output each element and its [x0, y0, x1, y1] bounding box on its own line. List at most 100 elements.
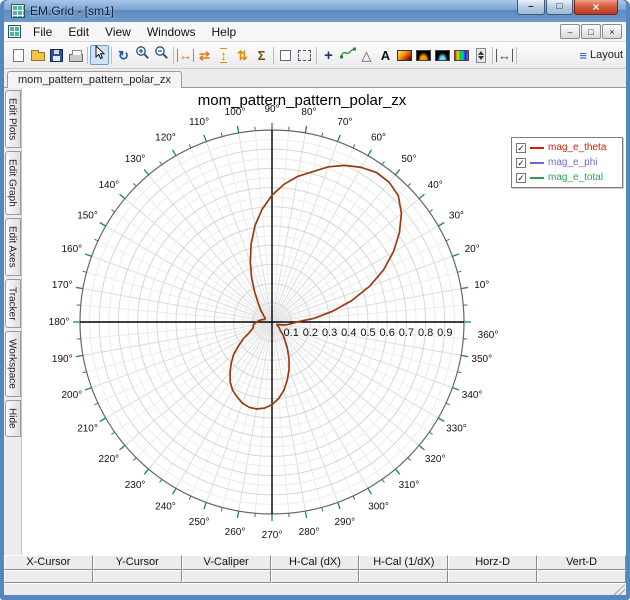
side-tab-tracker[interactable]: Tracker [4, 278, 21, 329]
svg-text:260°: 260° [225, 527, 246, 538]
svg-text:250°: 250° [189, 517, 210, 528]
svg-text:140°: 140° [98, 180, 119, 191]
legend-line-sample [530, 176, 544, 179]
curve-tool-icon[interactable] [338, 45, 357, 65]
menu-windows[interactable]: Windows [139, 23, 204, 41]
fit-width-icon[interactable]: ↔ [176, 45, 195, 65]
side-tab-edit-axes[interactable]: Edit Axes [4, 218, 21, 276]
svg-text:200°: 200° [62, 390, 83, 401]
toolbar-separator [316, 46, 317, 64]
svg-text:100°: 100° [225, 107, 246, 118]
mdi-restore-button[interactable]: □ [581, 24, 601, 39]
legend-line-sample [530, 146, 544, 149]
svg-text:340°: 340° [462, 390, 483, 401]
sum-icon[interactable]: Σ [252, 45, 271, 65]
measure-table: X-Cursor Y-Cursor V-Caliper H-Cal (dX) H-Cal… [4, 555, 626, 583]
toolbar-icons: ↻ ↔ ⇄ ↕ ⇅ Σ + △ A ↔ [9, 44, 579, 65]
save-icon[interactable] [47, 45, 66, 65]
menu-help[interactable]: Help [204, 23, 245, 41]
side-tab-hide[interactable]: Hide [4, 400, 21, 437]
svg-text:0.1: 0.1 [284, 327, 299, 339]
toolbar-separator [87, 46, 88, 64]
side-tab-edit-graph[interactable]: Edit Graph [4, 151, 21, 216]
select-region-icon[interactable] [295, 45, 314, 65]
open-file-icon[interactable] [28, 45, 47, 65]
client-area: File Edit View Windows Help – □ × ↻ ↔ ⇄ ↕ ⇅ Σ + △ A ↔ ≡… [4, 22, 626, 595]
menu-file[interactable]: File [25, 23, 60, 41]
svg-text:180°: 180° [49, 317, 70, 328]
legend-checkbox-mag_e_total[interactable]: ✓ [516, 172, 526, 183]
mdi-close-button[interactable]: × [602, 24, 622, 39]
resize-grip[interactable] [613, 584, 625, 595]
spin-control-icon[interactable] [471, 45, 490, 65]
svg-text:10°: 10° [474, 280, 489, 291]
colormap-icon[interactable] [395, 45, 414, 65]
app-window: EM.Grid - [sm1] – □ × File Edit View Windows H… [0, 0, 630, 600]
toolbar-separator [111, 46, 112, 64]
legend-item-mag_e_total[interactable]: ✓ mag_e_total [516, 171, 618, 184]
checkbox-tool-icon[interactable] [276, 45, 295, 65]
svg-text:160°: 160° [62, 244, 83, 255]
menu-view[interactable]: View [97, 23, 139, 41]
waveform-icon[interactable] [433, 45, 452, 65]
svg-text:0.2: 0.2 [303, 327, 318, 339]
app-icon [11, 4, 25, 18]
svg-text:30°: 30° [449, 211, 464, 222]
statusbar [4, 583, 626, 595]
redraw-icon[interactable]: ↻ [114, 45, 133, 65]
maximize-button[interactable]: □ [546, 0, 573, 15]
palette-icon[interactable] [452, 45, 471, 65]
mdi-controls: – □ × [559, 24, 622, 39]
menu-edit[interactable]: Edit [60, 23, 97, 41]
tab-mom-pattern-pattern-polar-zx[interactable]: mom_pattern_pattern_polar_zx [7, 71, 182, 88]
svg-text:0.3: 0.3 [322, 327, 337, 339]
svg-text:210°: 210° [77, 424, 98, 435]
svg-text:70°: 70° [337, 117, 352, 128]
minimize-button[interactable]: – [517, 0, 545, 15]
legend-checkbox-mag_e_phi[interactable]: ✓ [516, 157, 526, 168]
svg-text:170°: 170° [52, 280, 73, 291]
side-tab-edit-plots[interactable]: Edit Plots [4, 90, 21, 149]
svg-text:0.5: 0.5 [360, 327, 375, 339]
svg-text:190°: 190° [52, 354, 73, 365]
zoom-in-icon[interactable] [133, 45, 152, 65]
close-button[interactable]: × [574, 0, 618, 15]
text-tool-icon[interactable]: A [376, 45, 395, 65]
svg-text:0.4: 0.4 [341, 327, 356, 339]
pan-vertical-icon[interactable]: ⇅ [233, 45, 252, 65]
legend: ✓ mag_e_theta ✓ mag_e_phi ✓ mag_e_total [511, 137, 623, 188]
pointer-icon[interactable] [90, 44, 109, 65]
side-tab-workspace[interactable]: Workspace [4, 331, 21, 398]
zoom-out-icon[interactable] [152, 45, 171, 65]
legend-label: mag_e_phi [548, 157, 598, 168]
svg-text:150°: 150° [77, 211, 98, 222]
svg-text:120°: 120° [155, 133, 176, 144]
svg-text:20°: 20° [465, 244, 480, 255]
svg-text:40°: 40° [428, 180, 443, 191]
caliper-icon[interactable]: ↔ [495, 45, 514, 65]
svg-text:90°: 90° [264, 104, 279, 115]
fit-height-icon[interactable]: ↕ [214, 45, 233, 65]
pan-horizontal-icon[interactable]: ⇄ [195, 45, 214, 65]
print-icon[interactable] [66, 45, 85, 65]
layout-icon[interactable]: ≡ [579, 49, 587, 62]
legend-item-mag_e_phi[interactable]: ✓ mag_e_phi [516, 156, 618, 169]
measure-col-header: X-Cursor [4, 555, 93, 570]
svg-text:0.7: 0.7 [399, 327, 414, 339]
legend-checkbox-mag_e_theta[interactable]: ✓ [516, 142, 526, 153]
marker-tool-icon[interactable]: △ [357, 45, 376, 65]
measure-col-header: Horz-D [448, 555, 538, 570]
svg-text:290°: 290° [335, 517, 356, 528]
legend-item-mag_e_theta[interactable]: ✓ mag_e_theta [516, 141, 618, 154]
window-controls: – □ × [517, 0, 618, 15]
new-document-icon[interactable] [9, 45, 28, 65]
svg-text:130°: 130° [125, 154, 146, 165]
spectrogram-icon[interactable] [414, 45, 433, 65]
measure-cell [92, 569, 182, 583]
svg-text:0.8: 0.8 [418, 327, 433, 339]
toolbar-separator [173, 46, 174, 64]
mdi-minimize-button[interactable]: – [560, 24, 580, 39]
crosshair-icon[interactable]: + [319, 45, 338, 65]
measure-cell [4, 569, 93, 583]
titlebar[interactable]: EM.Grid - [sm1] – □ × [4, 0, 626, 22]
